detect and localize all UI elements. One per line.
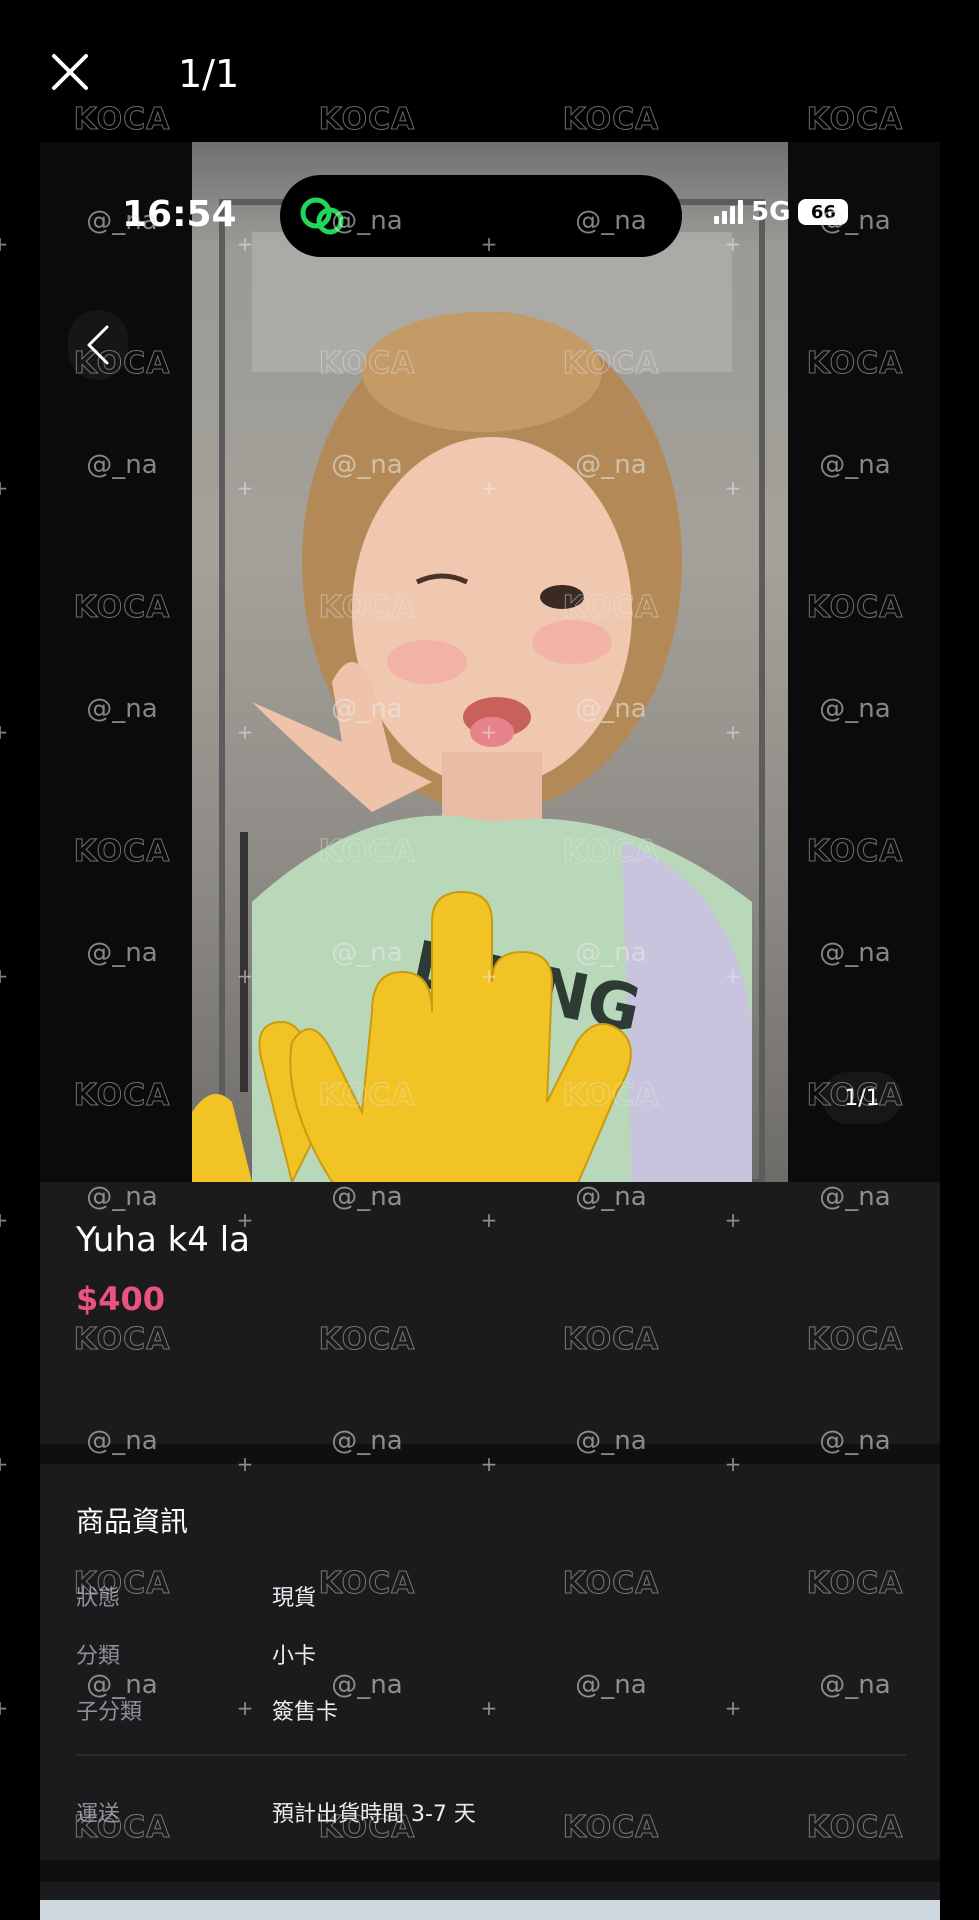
watermark-cross: + <box>0 478 10 498</box>
network-label: 5G <box>751 197 791 227</box>
info-key: 狀態 <box>76 1586 121 1611</box>
product-photo: DA NG <box>192 142 788 1182</box>
watermark-cross: + <box>0 1698 10 1718</box>
product-image-area[interactable]: DA NG 1/1 <box>40 142 940 1182</box>
product-info-heading: 商品資訊 <box>76 1505 189 1538</box>
status-indicators: 5G 66 <box>714 197 849 227</box>
status-time: 16:54 <box>122 194 237 235</box>
info-row-status: 狀態 現貨 <box>76 1580 906 1620</box>
chevron-left-icon <box>87 325 109 365</box>
watermark-cross: + <box>0 966 10 986</box>
close-button[interactable] <box>46 48 94 96</box>
bottom-action-bar <box>40 1900 940 1920</box>
info-value: 小卡 <box>272 1644 317 1669</box>
info-divider <box>76 1754 906 1756</box>
watermark-cross: + <box>0 1454 10 1474</box>
app-logo-icon <box>300 197 344 235</box>
info-key: 分類 <box>76 1644 121 1669</box>
watermark-logo: KOCA <box>806 102 904 138</box>
info-row-category: 分類 小卡 <box>76 1638 906 1678</box>
watermark-cross: + <box>0 234 10 254</box>
viewer-page-counter: 1/1 <box>178 52 240 96</box>
photo-illustration: DA NG <box>192 199 765 1182</box>
info-value: 預計出貨時間 3-7 天 <box>272 1802 476 1827</box>
app-screenshot: DA NG 1/1 16:54 <box>40 142 940 1920</box>
watermark-cross: + <box>0 722 10 742</box>
back-button[interactable] <box>68 310 128 380</box>
watermark-cross: + <box>0 1210 10 1230</box>
section-divider <box>40 1444 940 1464</box>
product-title: Yuha k4 la <box>76 1220 251 1260</box>
battery-icon: 66 <box>798 199 849 225</box>
product-price: $400 <box>76 1280 166 1318</box>
dynamic-island <box>280 175 682 257</box>
info-value: 簽售卡 <box>272 1700 339 1725</box>
watermark-logo: KOCA <box>562 102 660 138</box>
section-divider-bottom <box>40 1860 940 1882</box>
close-icon <box>52 54 88 90</box>
watermark-logo: KOCA <box>73 102 171 138</box>
watermark-logo: KOCA <box>318 102 416 138</box>
info-key: 運送 <box>76 1802 121 1827</box>
info-row-subcategory: 子分類 簽售卡 <box>76 1694 906 1734</box>
signal-icon <box>714 200 743 224</box>
info-key: 子分類 <box>76 1700 143 1725</box>
info-row-shipping: 運送 預計出貨時間 3-7 天 <box>76 1796 906 1836</box>
info-value: 現貨 <box>272 1586 317 1611</box>
image-page-counter: 1/1 <box>822 1072 902 1124</box>
